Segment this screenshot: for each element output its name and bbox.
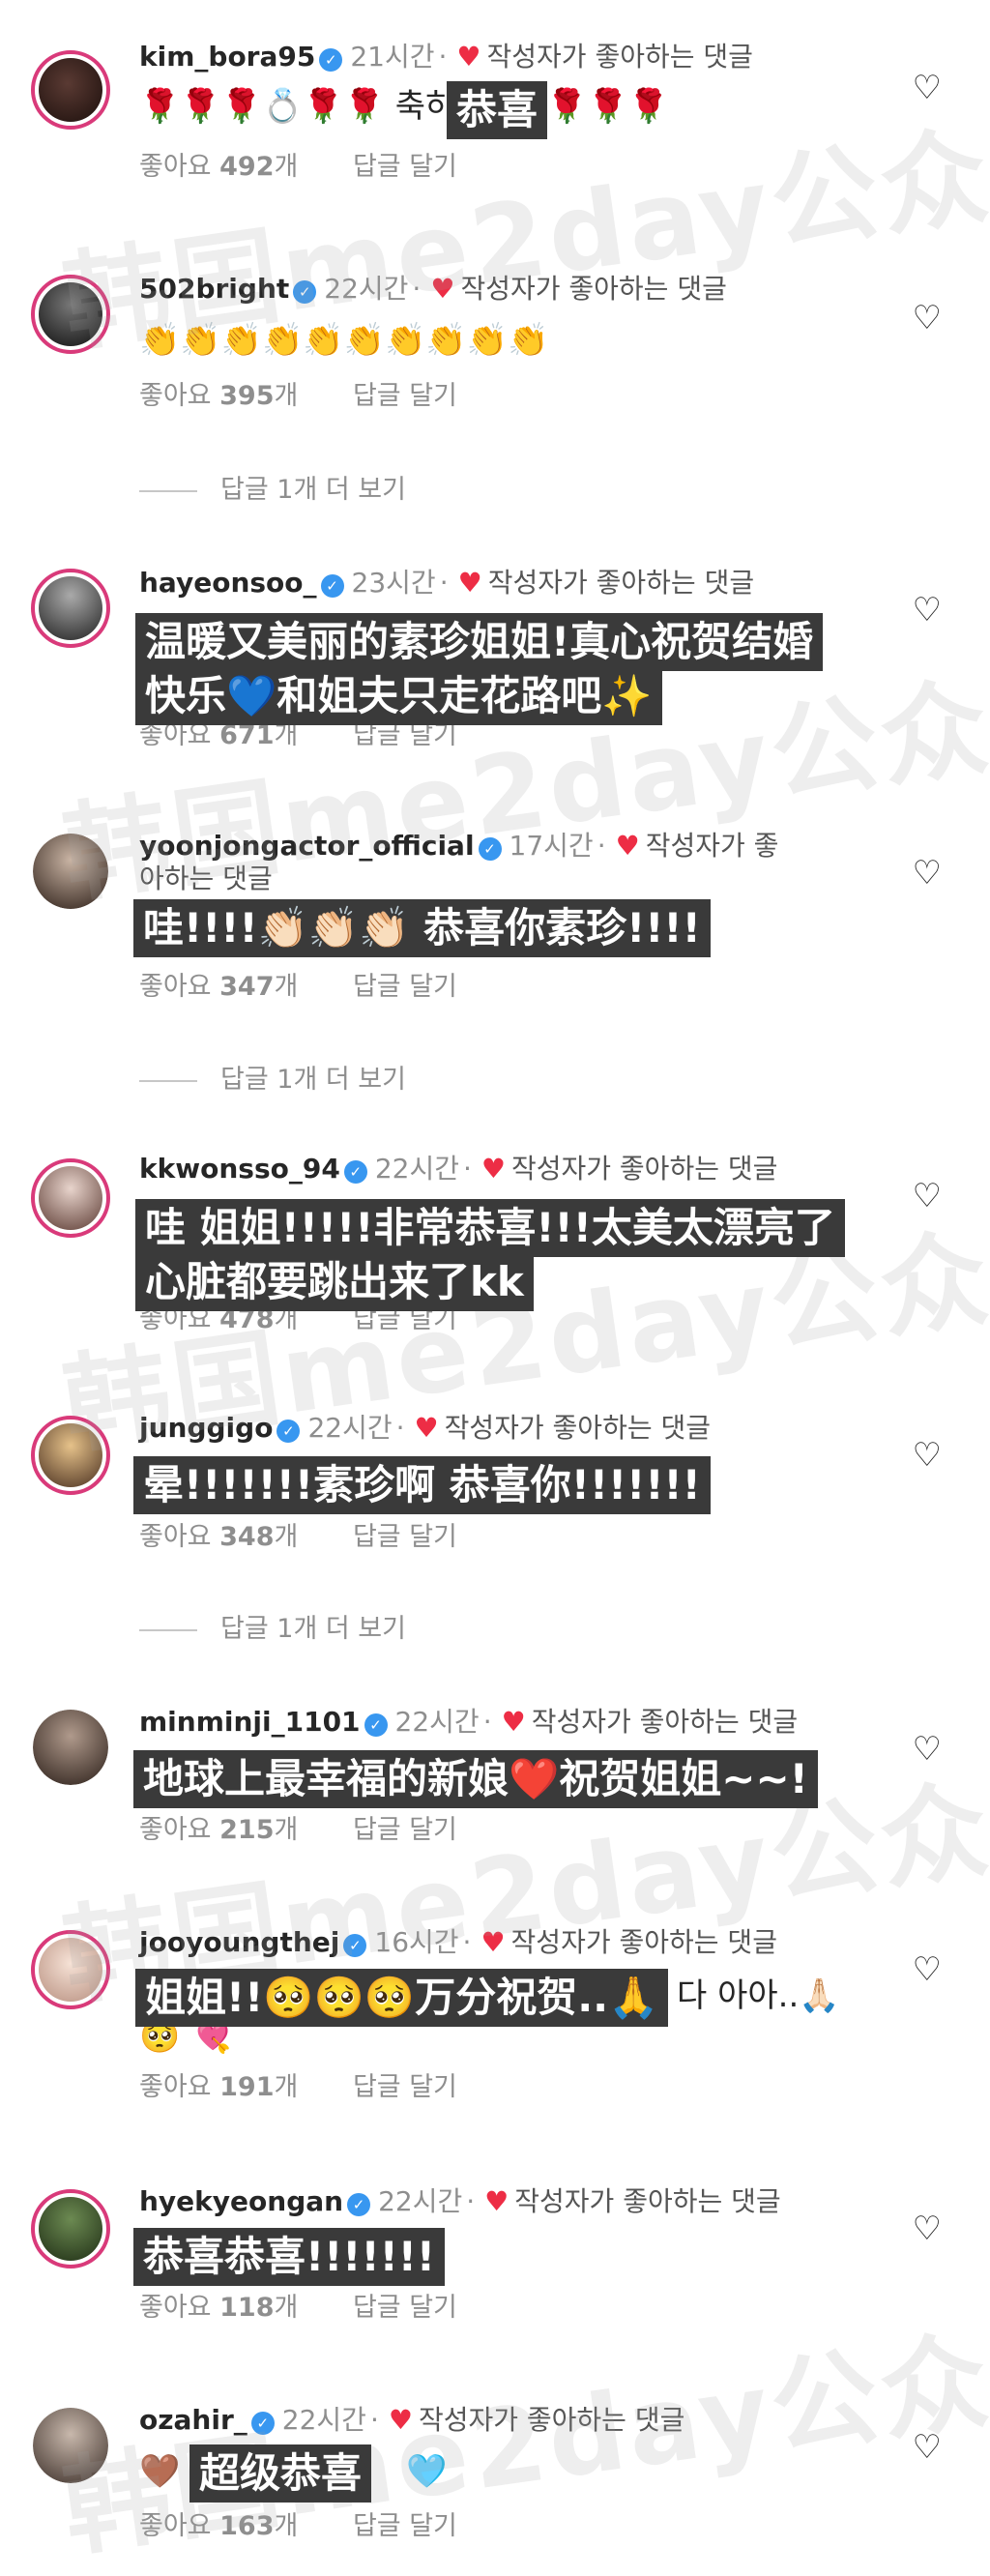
comment-text: 다 아아..🙏🏻 bbox=[677, 1976, 840, 2015]
liked-by-author: 작성자가 좋아하는 댓글 bbox=[510, 1153, 778, 1185]
like-heart-icon[interactable]: ♡ bbox=[913, 1953, 942, 1986]
timestamp: 23시간 bbox=[351, 567, 436, 599]
username[interactable]: minminji_1101 bbox=[139, 1706, 361, 1738]
liked-by-author: 작성자가 좋아하는 댓글 bbox=[486, 41, 753, 73]
reply-button[interactable]: 답글 달기 bbox=[353, 2072, 457, 2102]
translation-overlay: 恭喜恭喜!!!!!!! bbox=[133, 2228, 446, 2286]
comment-meta: 좋아요 191개 답글 달기 bbox=[139, 2072, 457, 2102]
comment-meta: 좋아요 347개 답글 달기 bbox=[139, 972, 457, 1002]
translation-overlay: 心脏都要跳出来了kk bbox=[135, 1253, 534, 1311]
view-more-replies[interactable]: 답글 1개 더 보기 bbox=[139, 1064, 406, 1097]
timestamp: 22시간 bbox=[378, 2185, 463, 2217]
verified-icon: ✓ bbox=[319, 48, 343, 72]
reply-button[interactable]: 답글 달기 bbox=[353, 2293, 457, 2323]
timestamp: 22시간 bbox=[394, 1706, 480, 1738]
heart-icon: ♥ bbox=[501, 1706, 526, 1738]
liked-by-author: 작성자가 좋아하는 댓글 bbox=[487, 567, 755, 599]
avatar[interactable] bbox=[33, 1710, 108, 1785]
comment-meta: 좋아요 395개 답글 달기 bbox=[139, 381, 457, 411]
liked-by-author: 작성자가 좋아하는 댓글 bbox=[531, 1706, 799, 1738]
comment-meta: 좋아요 348개 답글 달기 bbox=[139, 1522, 457, 1552]
verified-icon: ✓ bbox=[320, 574, 344, 598]
liked-by-author: 작성자가 좋아하는 댓글 bbox=[444, 1412, 712, 1444]
like-count: 395 bbox=[219, 381, 275, 411]
timestamp: 21시간 bbox=[350, 41, 435, 73]
translation-overlay: 温暖又美丽的素珍姐姐!真心祝贺结婚 bbox=[135, 613, 824, 671]
view-more-replies[interactable]: 답글 1개 더 보기 bbox=[139, 1613, 406, 1646]
reply-button[interactable]: 답글 달기 bbox=[353, 381, 457, 411]
comment-text: 🌹🌹🌹💍🌹🌹 축하합니다🌹🌹🌹 bbox=[139, 87, 670, 126]
like-heart-icon[interactable]: ♡ bbox=[913, 857, 942, 890]
translation-overlay: 晕!!!!!!!素珍啊 恭喜你!!!!!!! bbox=[133, 1456, 711, 1514]
avatar[interactable] bbox=[31, 2189, 110, 2269]
username[interactable]: hyekyeongan bbox=[139, 2185, 343, 2217]
like-heart-icon[interactable]: ♡ bbox=[913, 594, 942, 627]
like-heart-icon[interactable]: ♡ bbox=[913, 1439, 942, 1472]
comment-header: kim_bora95 ✓ 21시간 · ♥ 작성자가 좋아하는 댓글 bbox=[139, 41, 753, 73]
like-count: 492 bbox=[219, 152, 275, 182]
comment-header: kkwonsso_94 ✓ 22시간 · ♥ 작성자가 좋아하는 댓글 bbox=[139, 1153, 778, 1185]
comment-header: hyekyeongan ✓ 22시간 · ♥ 작성자가 좋아하는 댓글 bbox=[139, 2185, 781, 2217]
heart-icon: ♥ bbox=[457, 567, 482, 599]
translation-overlay: 恭喜 bbox=[447, 81, 548, 139]
heart-icon: ♥ bbox=[480, 1153, 506, 1185]
liked-by-author: 작성자가 좋아하는 댓글 bbox=[514, 2185, 781, 2217]
avatar[interactable] bbox=[31, 569, 110, 648]
timestamp: 22시간 bbox=[374, 1153, 459, 1185]
translation-overlay: 姐姐!!🥺🥺🥺万分祝贺..🙏 bbox=[135, 1969, 669, 2027]
avatar[interactable] bbox=[31, 1158, 110, 1238]
username[interactable]: kkwonsso_94 bbox=[139, 1153, 340, 1185]
verified-icon: ✓ bbox=[364, 1713, 388, 1737]
heart-icon: ♥ bbox=[456, 41, 481, 73]
translation-overlay: 超级恭喜 bbox=[189, 2444, 372, 2503]
like-count: 347 bbox=[219, 972, 275, 1002]
verified-icon: ✓ bbox=[343, 1160, 367, 1184]
avatar[interactable] bbox=[31, 50, 110, 130]
username[interactable]: kim_bora95 bbox=[139, 41, 315, 73]
comment-meta: 좋아요 118개 답글 달기 bbox=[139, 2293, 457, 2323]
translation-overlay: 快乐💙和姐夫只走花路吧✨ bbox=[135, 667, 662, 725]
heart-icon: ♥ bbox=[484, 2185, 510, 2217]
comment-header: hayeonsoo_ ✓ 23시간 · ♥ 작성자가 좋아하는 댓글 bbox=[139, 567, 755, 599]
translation-overlay: 哇!!!!👏🏻👏🏻👏🏻 恭喜你素珍!!!! bbox=[133, 899, 711, 957]
like-count: 191 bbox=[219, 2072, 275, 2102]
like-count: 118 bbox=[219, 2293, 275, 2323]
username[interactable]: hayeonsoo_ bbox=[139, 567, 317, 599]
reply-button[interactable]: 답글 달기 bbox=[353, 972, 457, 1002]
like-count: 348 bbox=[219, 1522, 275, 1552]
translation-overlay: 哇 姐姐!!!!!非常恭喜!!!太美太漂亮了 bbox=[135, 1199, 845, 1257]
like-heart-icon[interactable]: ♡ bbox=[913, 2212, 942, 2245]
like-heart-icon[interactable]: ♡ bbox=[913, 302, 942, 335]
like-count: 215 bbox=[219, 1815, 275, 1845]
verified-icon: ✓ bbox=[347, 2193, 371, 2216]
reply-button[interactable]: 답글 달기 bbox=[353, 1522, 457, 1552]
view-more-replies[interactable]: 답글 1개 더 보기 bbox=[139, 474, 406, 507]
comment-header: minminji_1101 ✓ 22시간 · ♥ 작성자가 좋아하는 댓글 bbox=[139, 1706, 799, 1738]
translation-overlay: 地球上最幸福的新娘❤️祝贺姐姐~~! bbox=[133, 1750, 818, 1808]
